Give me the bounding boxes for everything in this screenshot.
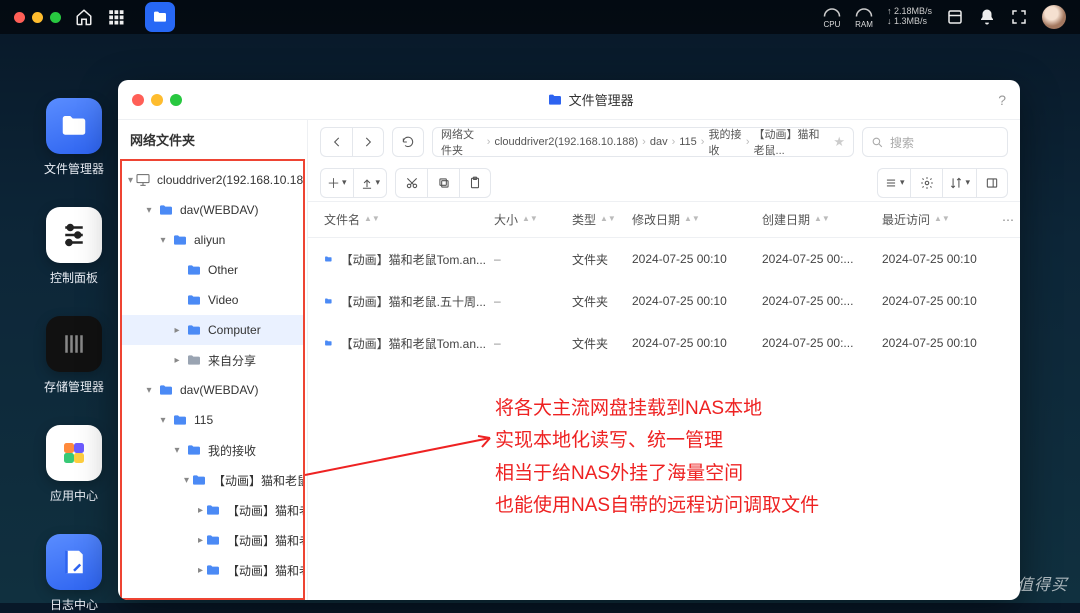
- dock-label: 日志中心: [50, 596, 98, 613]
- breadcrumb-item[interactable]: 我的接收: [708, 127, 741, 157]
- ram-meter: RAM: [855, 6, 873, 29]
- tree-node[interactable]: ▾dav(WEBDAV): [122, 195, 303, 225]
- dock-file-manager[interactable]: 文件管理器: [44, 98, 104, 177]
- tree-node[interactable]: ▾dav(WEBDAV): [122, 375, 303, 405]
- search-placeholder: 搜索: [890, 134, 914, 151]
- desktop-dock: 文件管理器 控制面板 存储管理器 应用中心 日志中心: [44, 98, 104, 613]
- fullscreen-icon[interactable]: [1010, 8, 1028, 26]
- notifications-icon[interactable]: [978, 8, 996, 26]
- system-menubar: CPU RAM ↑ 2.18MB/s↓ 1.3MB/s: [0, 0, 1080, 34]
- tree-node[interactable]: ▾clouddriver2(192.168.10.188): [122, 165, 303, 195]
- tree-node[interactable]: Video: [122, 285, 303, 315]
- search-icon: [871, 136, 884, 149]
- nav-forward-button[interactable]: [352, 127, 384, 157]
- close-icon[interactable]: [14, 12, 25, 23]
- dock-control-panel[interactable]: 控制面板: [46, 207, 102, 286]
- dock-label: 存储管理器: [44, 378, 104, 395]
- sidebar: 网络文件夹 ▾clouddriver2(192.168.10.188)▾dav(…: [118, 120, 308, 600]
- breadcrumb-item[interactable]: 115: [679, 136, 697, 148]
- nav-toolbar: 网络文件夹›clouddriver2(192.168.10.188)›dav›1…: [308, 120, 1020, 164]
- search-input[interactable]: 搜索: [862, 127, 1008, 157]
- refresh-button[interactable]: [392, 127, 424, 157]
- sidebar-header: 网络文件夹: [118, 120, 307, 157]
- file-manager-dock-icon[interactable]: [145, 2, 175, 32]
- maximize-icon[interactable]: [50, 12, 61, 23]
- tree-node[interactable]: ▾aliyun: [122, 225, 303, 255]
- breadcrumb-item[interactable]: clouddriver2(192.168.10.188): [494, 136, 638, 148]
- network-speed: ↑ 2.18MB/s↓ 1.3MB/s: [887, 7, 932, 27]
- table-row[interactable]: 【动画】猫和老鼠Tom.an...–文件夹2024-07-25 00:10202…: [308, 238, 1020, 280]
- minimize-icon[interactable]: [151, 94, 163, 106]
- table-header[interactable]: 文件名▲▼ 大小▲▼ 类型▲▼ 修改日期▲▼ 创建日期▲▼ 最近访问▲▼ ⋯: [308, 202, 1020, 238]
- tree-node[interactable]: ▾【动画】猫和老鼠...: [122, 465, 303, 495]
- apps-grid-icon[interactable]: [107, 8, 125, 26]
- info-panel-button[interactable]: [976, 168, 1008, 198]
- upload-button[interactable]: ▾: [353, 168, 388, 198]
- tree-node[interactable]: Other: [122, 255, 303, 285]
- tree-node[interactable]: ▸【动画】猫和老...: [122, 495, 303, 525]
- minimize-icon[interactable]: [32, 12, 43, 23]
- dock-app-center[interactable]: 应用中心: [46, 425, 102, 504]
- breadcrumb-item[interactable]: dav: [650, 136, 668, 148]
- close-icon[interactable]: [132, 94, 144, 106]
- view-list-button[interactable]: ▾: [877, 168, 911, 198]
- widgets-icon[interactable]: [946, 8, 964, 26]
- window-title: 文件管理器: [190, 90, 990, 109]
- tree-node[interactable]: ▸来自分享: [122, 345, 303, 375]
- dock-log-center[interactable]: 日志中心: [46, 534, 102, 613]
- window-titlebar[interactable]: 文件管理器 ?: [118, 80, 1020, 120]
- action-toolbar: ＋ ▾ ▾ ▾ ▾: [308, 164, 1020, 202]
- window-controls[interactable]: [132, 94, 182, 106]
- home-icon[interactable]: [75, 8, 93, 26]
- tree-node[interactable]: ▾115: [122, 405, 303, 435]
- cut-button[interactable]: [395, 168, 427, 198]
- sort-button[interactable]: ▾: [942, 168, 976, 198]
- folder-icon: [547, 92, 563, 108]
- dock-storage-manager[interactable]: 存储管理器: [44, 316, 104, 395]
- tree-node[interactable]: ▸【动画】猫和老...: [122, 525, 303, 555]
- table-row[interactable]: 【动画】猫和老鼠.五十周...–文件夹2024-07-25 00:102024-…: [308, 280, 1020, 322]
- breadcrumb[interactable]: 网络文件夹›clouddriver2(192.168.10.188)›dav›1…: [432, 127, 854, 157]
- tree-node[interactable]: ▾我的接收: [122, 435, 303, 465]
- breadcrumb-item[interactable]: 网络文件夹: [441, 127, 483, 157]
- dock-label: 控制面板: [50, 269, 98, 286]
- copy-button[interactable]: [427, 168, 459, 198]
- new-button[interactable]: ＋ ▾: [320, 168, 353, 198]
- file-list: 【动画】猫和老鼠Tom.an...–文件夹2024-07-25 00:10202…: [308, 238, 1020, 364]
- maximize-icon[interactable]: [170, 94, 182, 106]
- tree-node[interactable]: ▸Computer: [122, 315, 303, 345]
- settings-button[interactable]: [910, 168, 942, 198]
- help-icon[interactable]: ?: [998, 92, 1006, 108]
- user-avatar[interactable]: [1042, 5, 1066, 29]
- watermark: 值 什么值得买: [955, 571, 1068, 595]
- dock-label: 文件管理器: [44, 160, 104, 177]
- tree-node[interactable]: ▸【动画】猫和老...: [122, 555, 303, 585]
- paste-button[interactable]: [459, 168, 491, 198]
- table-row[interactable]: 【动画】猫和老鼠Tom.an...–文件夹2024-07-25 00:10202…: [308, 322, 1020, 364]
- main-panel: 网络文件夹›clouddriver2(192.168.10.188)›dav›1…: [308, 120, 1020, 600]
- file-manager-window: 文件管理器 ? 网络文件夹 ▾clouddriver2(192.168.10.1…: [118, 80, 1020, 600]
- window-controls[interactable]: [14, 12, 61, 23]
- breadcrumb-item[interactable]: 【动画】猫和老鼠...: [754, 127, 828, 157]
- folder-tree[interactable]: ▾clouddriver2(192.168.10.188)▾dav(WEBDAV…: [120, 159, 305, 600]
- nav-back-button[interactable]: [320, 127, 352, 157]
- favorite-star-icon[interactable]: ★: [833, 134, 845, 150]
- columns-more-icon[interactable]: ⋯: [1002, 213, 1014, 227]
- cpu-meter: CPU: [823, 6, 841, 29]
- dock-label: 应用中心: [50, 487, 98, 504]
